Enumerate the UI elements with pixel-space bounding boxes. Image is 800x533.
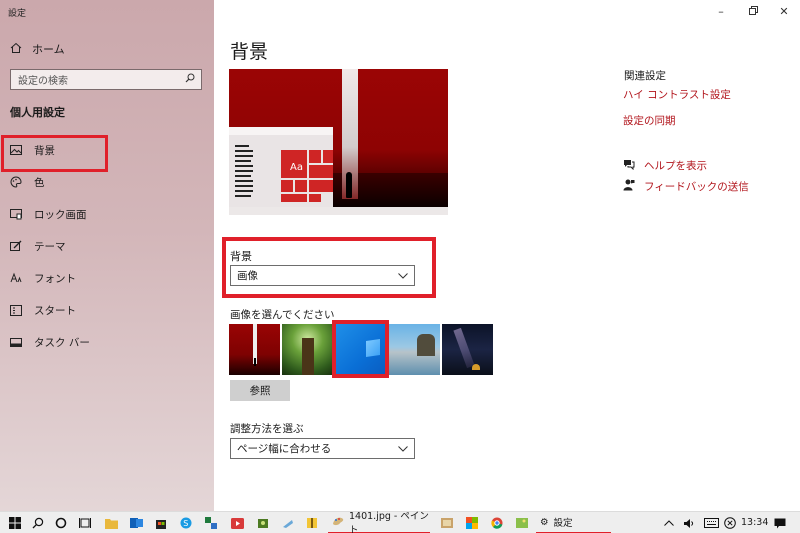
close-button[interactable]: ✕ xyxy=(777,4,791,18)
sidebar-nav: 背景 色 ロック画面 テーマ フォント スタート タスク バー xyxy=(0,134,214,358)
restore-button[interactable] xyxy=(746,4,760,18)
ime-close-icon[interactable] xyxy=(723,516,737,530)
file-explorer-icon[interactable] xyxy=(104,516,118,530)
preview-tile-text: Aa xyxy=(290,162,303,173)
sidebar-item-taskbar[interactable]: タスク バー xyxy=(0,326,214,358)
skype-icon[interactable]: S xyxy=(179,516,193,530)
windows-start-icon[interactable] xyxy=(8,516,22,530)
picture-icon xyxy=(10,144,22,156)
svg-text:S: S xyxy=(183,519,188,528)
feedback-link[interactable]: フィードバックの送信 xyxy=(623,179,749,194)
help-chat-icon xyxy=(623,159,635,173)
chevron-down-icon xyxy=(398,270,408,282)
choose-picture-label: 画像を選んでください xyxy=(230,309,335,321)
background-preview: Aa xyxy=(229,69,448,215)
selected-picture-highlight xyxy=(332,320,389,378)
minimize-icon: – xyxy=(718,4,724,18)
sidebar-item-label: 色 xyxy=(34,176,45,189)
task-view-icon[interactable] xyxy=(78,516,92,530)
chevron-down-icon xyxy=(398,443,408,455)
home-label: ホーム xyxy=(32,43,65,56)
browse-button[interactable]: 参照 xyxy=(230,380,290,401)
paint3d-icon[interactable] xyxy=(465,516,479,530)
paint-app-label: 1401.jpg - ペイント xyxy=(349,511,429,533)
restore-icon xyxy=(748,5,758,18)
background-dropdown[interactable]: 画像 xyxy=(230,265,415,286)
clock: 13:34 xyxy=(741,517,769,528)
sidebar-item-color[interactable]: 色 xyxy=(0,166,214,198)
home-icon xyxy=(10,42,22,57)
fit-dropdown[interactable]: ページ幅に合わせる xyxy=(230,438,415,459)
get-help-link[interactable]: ヘルプを表示 xyxy=(623,158,707,173)
sidebar-item-font[interactable]: フォント xyxy=(0,262,214,294)
archive-app-icon[interactable] xyxy=(305,516,319,530)
lock-screen-icon xyxy=(10,208,22,220)
sidebar-item-label: スタート xyxy=(34,304,76,317)
minimize-button[interactable]: – xyxy=(714,4,728,18)
theme-brush-icon xyxy=(10,240,22,252)
fit-dropdown-value: ページ幅に合わせる xyxy=(237,443,332,455)
tool-app-icon[interactable] xyxy=(281,516,295,530)
taskbar: S 1401.jpg - ペイント ⚙ 設定 13:34 xyxy=(0,511,800,533)
sidebar-item-label: タスク バー xyxy=(34,336,90,349)
search-input[interactable]: 設定の検索 xyxy=(10,69,202,90)
store-icon[interactable] xyxy=(154,516,168,530)
chrome-icon[interactable] xyxy=(490,516,504,530)
sidebar-item-theme[interactable]: テーマ xyxy=(0,230,214,262)
palette-icon xyxy=(10,176,22,188)
feedback-person-icon xyxy=(623,179,635,194)
sidebar-item-label: フォント xyxy=(34,272,76,285)
taskbar-app-paint[interactable]: 1401.jpg - ペイント xyxy=(328,511,430,533)
notification-icon[interactable] xyxy=(773,516,787,530)
taskbar-icon xyxy=(10,336,22,348)
section-title: 個人用設定 xyxy=(10,106,65,119)
related-settings-title: 関連設定 xyxy=(624,70,666,82)
keyboard-icon[interactable] xyxy=(703,516,719,530)
sidebar: 設定 ホーム 設定の検索 個人用設定 背景 色 ロック画面 テーマ フォント ス… xyxy=(0,0,214,511)
fit-label: 調整方法を選ぶ xyxy=(230,423,304,435)
gear-icon: ⚙ xyxy=(540,516,549,528)
sync-settings-link[interactable]: 設定の同期 xyxy=(623,113,676,128)
picture-thumbnail[interactable] xyxy=(229,324,280,375)
high-contrast-link[interactable]: ハイ コントラスト設定 xyxy=(623,87,731,102)
font-icon xyxy=(10,272,22,284)
start-grid-icon xyxy=(10,304,22,316)
background-dropdown-value: 画像 xyxy=(237,270,258,282)
sidebar-item-label: ロック画面 xyxy=(34,208,87,221)
taskbar-app-settings[interactable]: ⚙ 設定 xyxy=(536,512,611,533)
outlook-icon[interactable] xyxy=(129,516,143,530)
sidebar-item-label: 背景 xyxy=(34,144,55,157)
image-viewer-icon[interactable] xyxy=(515,516,529,530)
search-icon[interactable] xyxy=(31,516,45,530)
sidebar-item-label: テーマ xyxy=(34,240,66,253)
sidebar-item-background[interactable]: 背景 xyxy=(0,134,214,172)
photos-app-icon[interactable] xyxy=(440,516,454,530)
window-title: 設定 xyxy=(8,9,27,19)
paint-icon xyxy=(332,515,344,529)
network-app-icon[interactable] xyxy=(204,516,218,530)
preview-figure xyxy=(346,172,352,198)
background-label: 背景 xyxy=(230,250,252,263)
search-placeholder: 設定の検索 xyxy=(18,76,68,87)
close-icon: ✕ xyxy=(779,4,789,18)
settings-app-label: 設定 xyxy=(553,518,573,529)
page-title: 背景 xyxy=(230,41,269,63)
chevron-up-icon[interactable] xyxy=(662,516,676,530)
sidebar-item-start[interactable]: スタート xyxy=(0,294,214,326)
feedback-label: フィードバックの送信 xyxy=(644,181,749,193)
cortana-icon[interactable] xyxy=(54,516,68,530)
picture-thumbnail[interactable] xyxy=(389,324,440,375)
volume-icon[interactable] xyxy=(682,516,696,530)
game-app-icon[interactable] xyxy=(256,516,270,530)
search-icon xyxy=(185,73,195,86)
help-label: ヘルプを表示 xyxy=(644,160,707,172)
sidebar-item-lock-screen[interactable]: ロック画面 xyxy=(0,198,214,230)
media-app-icon[interactable] xyxy=(230,516,244,530)
picture-thumbnail[interactable] xyxy=(442,324,493,375)
picture-thumbnail[interactable] xyxy=(282,324,333,375)
home-button[interactable]: ホーム xyxy=(10,41,65,57)
